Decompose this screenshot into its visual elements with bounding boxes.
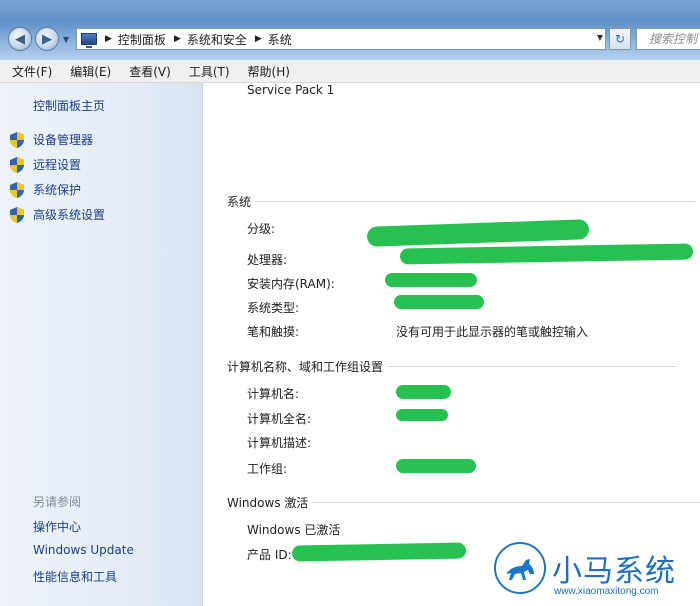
section-divider <box>312 502 700 503</box>
menu-view[interactable]: 查看(V) <box>129 63 171 80</box>
uac-shield-icon <box>10 131 24 148</box>
breadcrumb-system[interactable]: 系统 <box>268 31 292 48</box>
watermark-brand: 小马系统 <box>552 554 676 589</box>
uac-shield-icon <box>10 181 24 198</box>
computer-name-section-heading: 计算机名称、域和工作组设置 <box>227 358 678 375</box>
task-system-protection[interactable]: 系统保护 <box>10 181 81 198</box>
activation-section-heading: Windows 激活 <box>227 494 700 511</box>
redaction-mark <box>399 243 694 265</box>
task-advanced-system-settings[interactable]: 高级系统设置 <box>10 206 105 223</box>
computer-description-label: 计算机描述: <box>247 436 312 450</box>
breadcrumb: ▶ 控制面板 ▶ 系统和安全 ▶ 系统 <box>97 31 292 48</box>
pen-touch-label: 笔和触摸: <box>247 325 300 339</box>
redaction-mark <box>291 542 467 562</box>
ram-label: 安装内存(RAM): <box>247 277 335 291</box>
window-chrome: ◀ ▶ ▼ ▶ 控制面板 ▶ 系统和安全 ▶ 系统 ▼ ↻ 搜索控制 <box>0 0 700 60</box>
pen-touch-value: 没有可用于此显示器的笔或触控输入 <box>396 325 589 339</box>
breadcrumb-chevron-icon[interactable]: ▶ <box>105 34 112 44</box>
system-properties-panel: Service Pack 1 系统 分级: 处理器: 安装内存(RAM): 系统… <box>204 83 700 606</box>
watermark-url: www.xiaomaxitong.com <box>554 586 659 597</box>
processor-label: 处理器: <box>247 253 288 267</box>
action-center-link[interactable]: 操作中心 <box>33 518 81 535</box>
control-panel-icon <box>81 33 97 48</box>
full-computer-name-label: 计算机全名: <box>247 412 312 426</box>
breadcrumb-control-panel[interactable]: 控制面板 <box>118 31 166 48</box>
uac-shield-icon <box>10 206 24 223</box>
back-button[interactable]: ◀ <box>8 27 32 51</box>
forward-arrow-icon: ▶ <box>42 31 52 47</box>
rating-label: 分级: <box>247 222 276 236</box>
section-divider <box>387 366 678 367</box>
product-id-label: 产品 ID: <box>247 548 292 562</box>
control-panel-home-link[interactable]: 控制面板主页 <box>33 97 105 114</box>
search-input[interactable]: 搜索控制 <box>636 28 700 50</box>
menu-tools[interactable]: 工具(T) <box>189 63 230 80</box>
task-remote-settings[interactable]: 远程设置 <box>10 156 81 173</box>
refresh-button[interactable]: ↻ <box>609 28 631 50</box>
section-title: 系统 <box>227 195 252 209</box>
system-type-label: 系统类型: <box>247 301 300 315</box>
activation-status-text: Windows 已激活 <box>247 523 341 537</box>
task-label: 远程设置 <box>33 158 82 172</box>
redaction-mark <box>366 219 590 247</box>
redaction-mark <box>396 409 448 421</box>
breadcrumb-chevron-icon[interactable]: ▶ <box>255 34 262 44</box>
xiaoma-watermark: 小马系统 www.xiaomaxitong.com <box>494 542 700 606</box>
computer-name-label: 计算机名: <box>247 387 300 401</box>
menu-help[interactable]: 帮助(H) <box>248 63 290 80</box>
task-label: 设备管理器 <box>33 133 94 147</box>
performance-info-link[interactable]: 性能信息和工具 <box>33 568 117 585</box>
menu-file[interactable]: 文件(F) <box>12 63 52 80</box>
back-arrow-icon: ◀ <box>15 31 25 47</box>
redaction-mark <box>385 273 477 287</box>
address-dropdown-icon[interactable]: ▼ <box>597 33 603 42</box>
refresh-icon: ↻ <box>614 32 626 46</box>
windows-update-link[interactable]: Windows Update <box>33 543 134 557</box>
menu-edit[interactable]: 编辑(E) <box>70 63 111 80</box>
see-also-heading: 另请参阅 <box>33 495 82 509</box>
service-pack-text: Service Pack 1 <box>247 83 335 97</box>
left-navigation-pane: 控制面板主页 设备管理器 远程设置 系统保护 高级系统设置 另请参阅 操作中心 … <box>0 83 203 606</box>
section-divider <box>255 201 696 202</box>
redaction-mark <box>396 459 476 473</box>
system-section-heading: 系统 <box>227 193 696 210</box>
breadcrumb-system-security[interactable]: 系统和安全 <box>187 31 247 48</box>
task-label: 高级系统设置 <box>33 208 106 222</box>
task-device-manager[interactable]: 设备管理器 <box>10 131 93 148</box>
workgroup-label: 工作组: <box>247 462 288 476</box>
forward-button[interactable]: ▶ <box>35 27 59 51</box>
task-label: 系统保护 <box>33 183 82 197</box>
redaction-mark <box>394 295 484 309</box>
section-title: 计算机名称、域和工作组设置 <box>227 360 384 374</box>
redaction-mark <box>396 385 451 399</box>
uac-shield-icon <box>10 156 24 173</box>
menu-bar: 文件(F) 编辑(E) 查看(V) 工具(T) 帮助(H) <box>0 60 700 83</box>
section-title: Windows 激活 <box>227 496 309 510</box>
breadcrumb-chevron-icon[interactable]: ▶ <box>174 34 181 44</box>
recent-pages-dropdown-icon[interactable]: ▼ <box>63 35 69 44</box>
address-bar[interactable]: ▶ 控制面板 ▶ 系统和安全 ▶ 系统 ▼ <box>76 28 606 50</box>
horse-logo-icon <box>494 542 546 594</box>
